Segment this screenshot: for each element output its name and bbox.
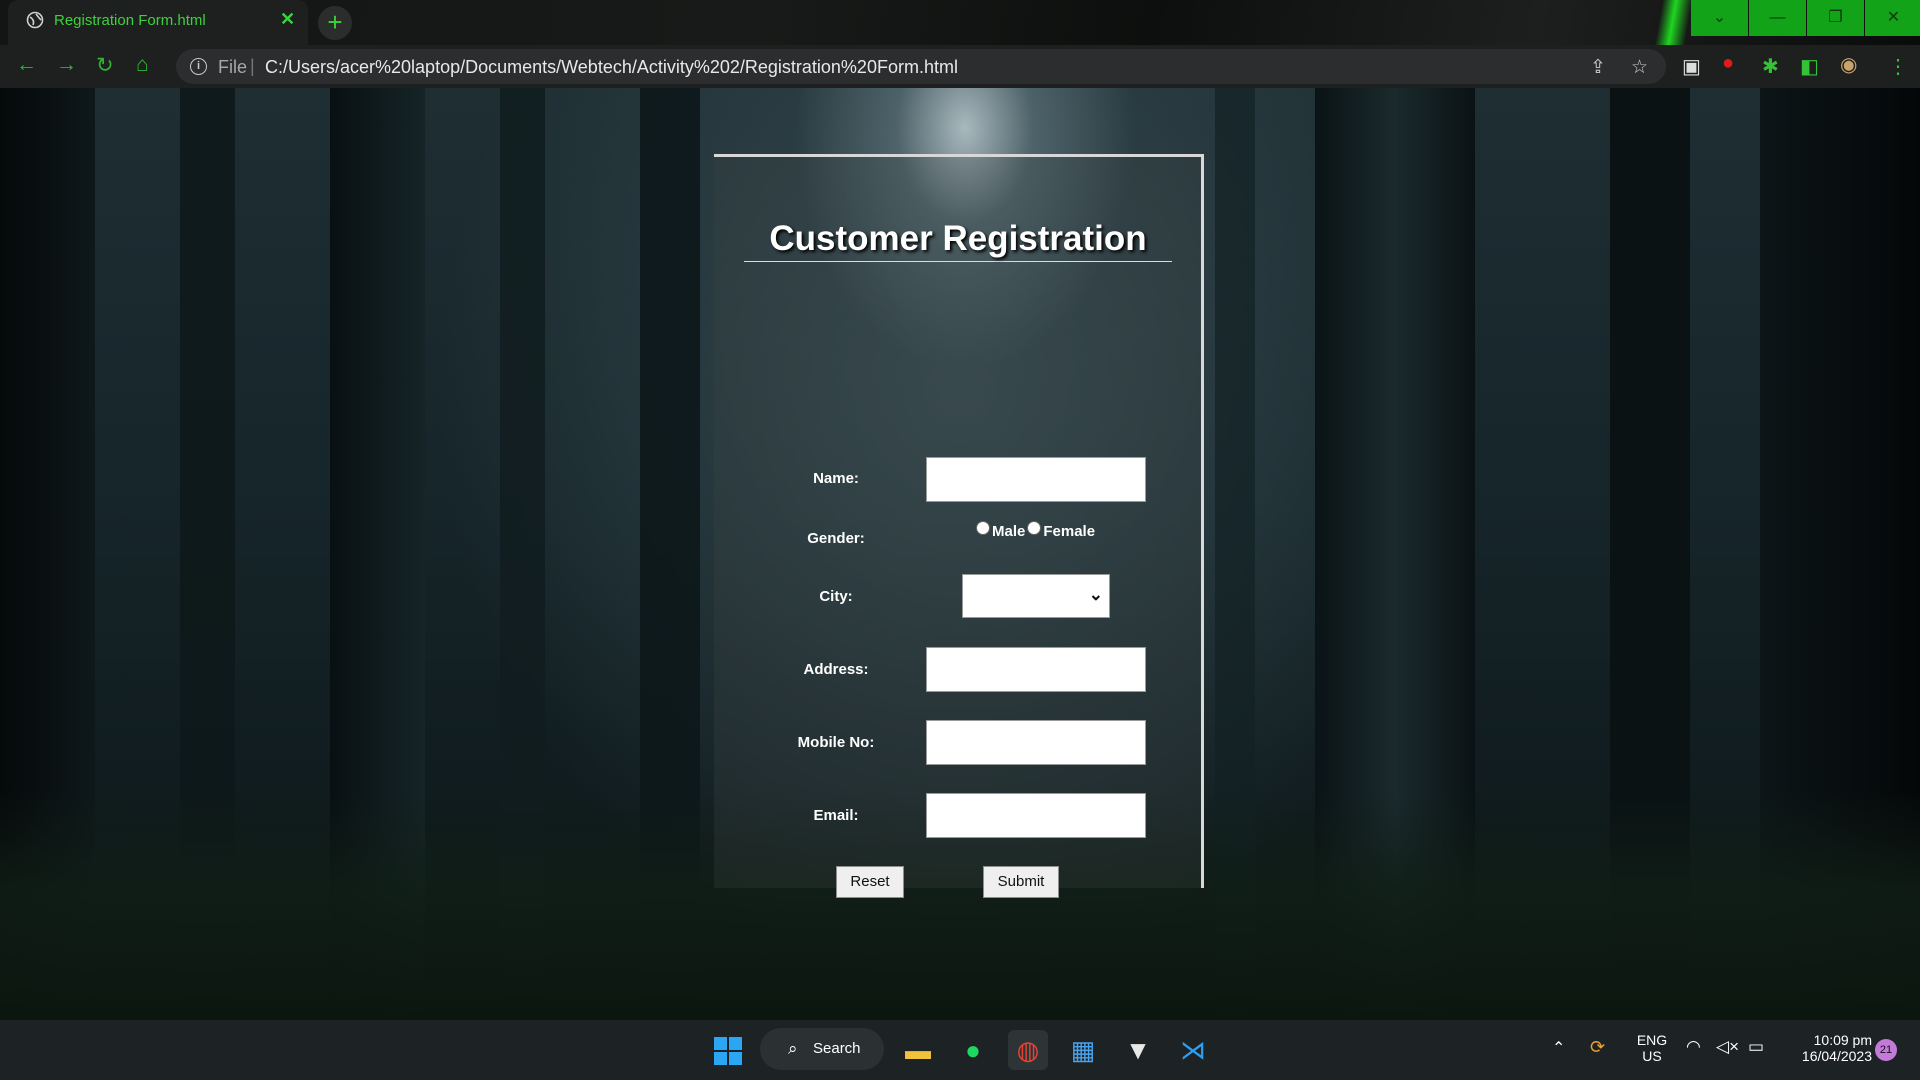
info-icon[interactable]: i — [190, 58, 207, 75]
taskbar: ⌕ Search ▬ ● ◍ ▦ ▼ ⋊ ⌃ ⟳ ENG US ◠ ◁× ▭ 1… — [0, 1020, 1920, 1080]
mobile-label: Mobile No: — [797, 734, 875, 751]
browser-tab[interactable]: Registration Form.html ✕ — [8, 0, 308, 45]
home-icon[interactable]: ⌂ — [136, 53, 149, 77]
chrome-icon[interactable]: ◍ — [1008, 1030, 1048, 1070]
page-background: Customer Registration Name: Gender: Male… — [0, 88, 1920, 1020]
vivaldi-icon[interactable]: ▼ — [1118, 1030, 1158, 1070]
region-label: US — [1642, 1048, 1662, 1064]
url-text[interactable]: C:/Users/acer%20laptop/Documents/Webtech… — [265, 57, 958, 78]
wifi-icon[interactable]: ◠ — [1686, 1037, 1701, 1057]
share-icon[interactable]: ⇪ — [1590, 56, 1606, 79]
tab-close-icon[interactable]: ✕ — [280, 9, 295, 30]
close-window-button[interactable]: ✕ — [1865, 0, 1920, 36]
search-icon: ⌕ — [788, 1039, 798, 1058]
gender-label: Gender: — [807, 530, 865, 547]
store-icon[interactable]: ▦ — [1063, 1030, 1103, 1070]
city-label: City: — [819, 588, 853, 605]
reload-icon[interactable]: ↻ — [96, 53, 114, 78]
side-panel-icon[interactable]: ◧ — [1800, 54, 1819, 79]
tab-title: Registration Form.html — [54, 12, 206, 29]
taskbar-search[interactable]: ⌕ Search — [760, 1028, 884, 1070]
mobile-input[interactable] — [926, 720, 1146, 765]
email-label: Email: — [813, 807, 859, 824]
url-scheme: File — [218, 57, 248, 77]
city-select[interactable]: ⌄ — [962, 574, 1110, 618]
name-input[interactable] — [926, 457, 1146, 502]
clock[interactable]: 10:09 pm 16/04/2023 — [1782, 1032, 1872, 1064]
tray-overflow-icon[interactable]: ⌃ — [1552, 1038, 1565, 1058]
file-explorer-icon[interactable]: ▬ — [898, 1030, 938, 1070]
battery-icon[interactable]: ▭ — [1748, 1037, 1764, 1057]
minimize-button[interactable]: — — [1749, 0, 1806, 36]
male-radio[interactable] — [976, 520, 990, 535]
new-tab-button[interactable]: + — [318, 6, 352, 40]
volume-muted-icon[interactable]: ◁× — [1716, 1037, 1739, 1057]
restore-button[interactable]: ❐ — [1807, 0, 1864, 36]
male-option-label: Male — [992, 523, 1026, 540]
globe-icon — [26, 11, 44, 29]
update-icon[interactable]: ⟳ — [1590, 1037, 1605, 1058]
bookmark-star-icon[interactable]: ☆ — [1631, 56, 1648, 79]
extensions-puzzle-icon[interactable]: ✱ — [1762, 54, 1779, 79]
notification-badge[interactable]: 21 — [1875, 1039, 1897, 1061]
name-label: Name: — [813, 470, 859, 487]
browser-tab-strip: Registration Form.html ✕ + ⌄ — ❐ ✕ — [0, 0, 1920, 88]
address-label: Address: — [803, 661, 869, 678]
windows-start-icon[interactable] — [713, 1036, 743, 1066]
tab-search-button[interactable]: ⌄ — [1691, 0, 1748, 36]
clock-date: 16/04/2023 — [1801, 1048, 1872, 1064]
language-indicator[interactable]: ENG US — [1632, 1032, 1672, 1064]
email-input[interactable] — [926, 793, 1146, 838]
female-option-label: Female — [1043, 523, 1096, 540]
vscode-icon[interactable]: ⋊ — [1173, 1030, 1213, 1070]
chevron-down-icon: ⌄ — [1088, 585, 1103, 604]
submit-button[interactable]: Submit — [983, 866, 1059, 898]
clock-time: 10:09 pm — [1813, 1032, 1872, 1048]
search-label: Search — [813, 1040, 861, 1057]
browser-toolbar: ← → ↻ ⌂ i File | C:/Users/acer%20laptop/… — [0, 45, 1920, 88]
language-label: ENG — [1636, 1032, 1668, 1048]
profile-avatar[interactable]: ◉ — [1840, 52, 1857, 77]
address-input[interactable] — [926, 647, 1146, 692]
gender-radio-group: Male Female — [976, 520, 1096, 540]
form-title: Customer Registration — [744, 219, 1172, 262]
kebab-menu-icon[interactable]: ⋮ — [1888, 54, 1908, 79]
window-controls: ⌄ — ❐ ✕ — [1690, 0, 1920, 36]
url-separator: | — [250, 56, 255, 76]
reading-mode-icon[interactable]: ▣ — [1682, 54, 1701, 79]
extension-red-icon[interactable]: ● — [1722, 52, 1734, 75]
female-radio[interactable] — [1027, 520, 1042, 535]
registration-form: Customer Registration Name: Gender: Male… — [714, 154, 1204, 898]
spotify-icon[interactable]: ● — [953, 1030, 993, 1070]
forward-arrow-icon[interactable]: → — [56, 53, 77, 77]
back-arrow-icon[interactable]: ← — [16, 53, 37, 77]
address-bar[interactable]: i File | C:/Users/acer%20laptop/Document… — [176, 49, 1666, 84]
reset-button[interactable]: Reset — [836, 866, 904, 898]
